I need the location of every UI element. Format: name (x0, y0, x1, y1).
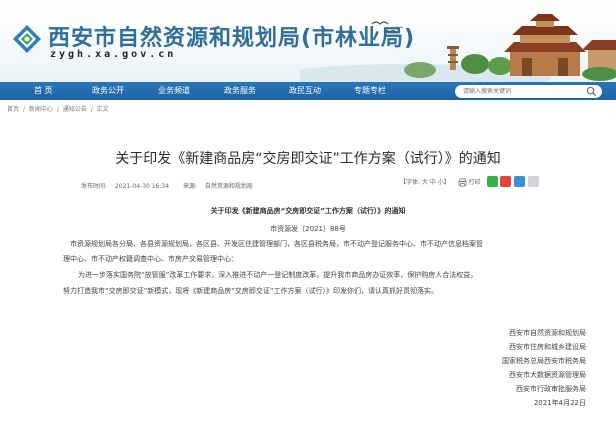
wechat-share-icon[interactable] (486, 176, 498, 187)
print-button[interactable]: 打印 (458, 177, 481, 187)
print-label: 打印 (468, 178, 481, 186)
breadcrumb-home[interactable]: 首页 (7, 106, 19, 113)
breadcrumb-separator: / (56, 106, 59, 113)
site-domain: zygh.xa.gov.cn (50, 49, 177, 60)
publish-time: 2021-04-30 16:34 (114, 183, 170, 190)
more-share-icon[interactable] (528, 176, 540, 187)
signature-line: 西安市大数据资源管理局 (509, 371, 586, 379)
print-icon (458, 178, 467, 186)
body-paragraph: 为进一步落实国务院“放管服”改革工作要求，深入推进不动产一登记制度改革，提升我市… (78, 271, 478, 279)
search-input[interactable] (463, 86, 583, 97)
breadcrumb-current: 正文 (96, 106, 109, 113)
city-scenery-image (300, 14, 616, 82)
nav-item-home[interactable]: 首 页 (34, 82, 53, 100)
nav-item-business[interactable]: 业务频道 (158, 82, 190, 100)
font-size-selector[interactable]: 【字体: 大 中 小】 (400, 177, 450, 186)
breadcrumb-separator: / (22, 106, 25, 113)
nav-item-interaction[interactable]: 政民互动 (289, 82, 321, 100)
breadcrumb-notices[interactable]: 通知公告 (63, 106, 87, 113)
signature-date: 2021年4月22日 (533, 399, 586, 407)
signature-line: 西安市行政审批服务局 (516, 385, 586, 393)
breadcrumb-news[interactable]: 新闻中心 (29, 106, 53, 113)
nav-item-gov-info[interactable]: 政务公开 (92, 82, 124, 100)
signature-line: 西安市住房和城乡建设局 (509, 343, 586, 351)
search-icon[interactable] (586, 86, 597, 97)
search-box (455, 85, 602, 98)
main-nav: 首 页 政务公开 业务频道 政务服务 政民互动 专题专栏 (0, 82, 616, 100)
signature-line: 国家税务总局西安市税务局 (502, 357, 586, 365)
bureau-emblem-icon (13, 25, 41, 53)
article-tools: 【字体: 大 中 小】 打印 (400, 176, 540, 190)
publish-time-label: 发布时间: 2021-04-30 16:34 (81, 183, 170, 190)
signature-line: 西安市自然资源和规划局 (509, 329, 586, 337)
site-banner: 西安市自然资源和规划局(市林业局) zygh.xa.gov.cn (0, 0, 616, 82)
source-label: 来源: 自然资源和规划局 (182, 183, 253, 190)
breadcrumb: 首页 / 新闻中心 / 通知公告 / 正文 (7, 104, 111, 113)
nav-item-services[interactable]: 政务服务 (224, 82, 256, 100)
weibo-share-icon[interactable] (500, 176, 512, 187)
qq-share-icon[interactable] (514, 176, 526, 187)
source-value: 自然资源和规划局 (204, 183, 253, 190)
breadcrumb-separator: / (90, 106, 93, 113)
article-meta: 发布时间: 2021-04-30 16:34 来源: 自然资源和规划局 (81, 181, 265, 190)
body-paragraph: 市资源规划局各分局、各县资源规划局，各区县、开发区住建管理部门，各区县税务局，市… (70, 240, 483, 248)
body-paragraph: 理中心、市不动产权籍调查中心、市房产交易管理中心： (63, 255, 238, 263)
document-subtitle: 关于印发《新建商品房“交房即交证”工作方案（试行）》的通知 (210, 207, 406, 215)
article-title: 关于印发《新建商品房“交房即交证”工作方案（试行）》的通知 (115, 151, 501, 167)
body-paragraph: 努力打造我市“交房即交证”新模式，现将《新建商品房“交房即交证”工作方案（试行）… (63, 287, 439, 295)
document-number: 市资源发〔2021〕88号 (270, 225, 346, 233)
signature-block: 西安市自然资源和规划局 西安市住房和城乡建设局 国家税务总局西安市税务局 西安市… (502, 326, 586, 410)
nav-item-special-topics[interactable]: 专题专栏 (354, 82, 386, 100)
